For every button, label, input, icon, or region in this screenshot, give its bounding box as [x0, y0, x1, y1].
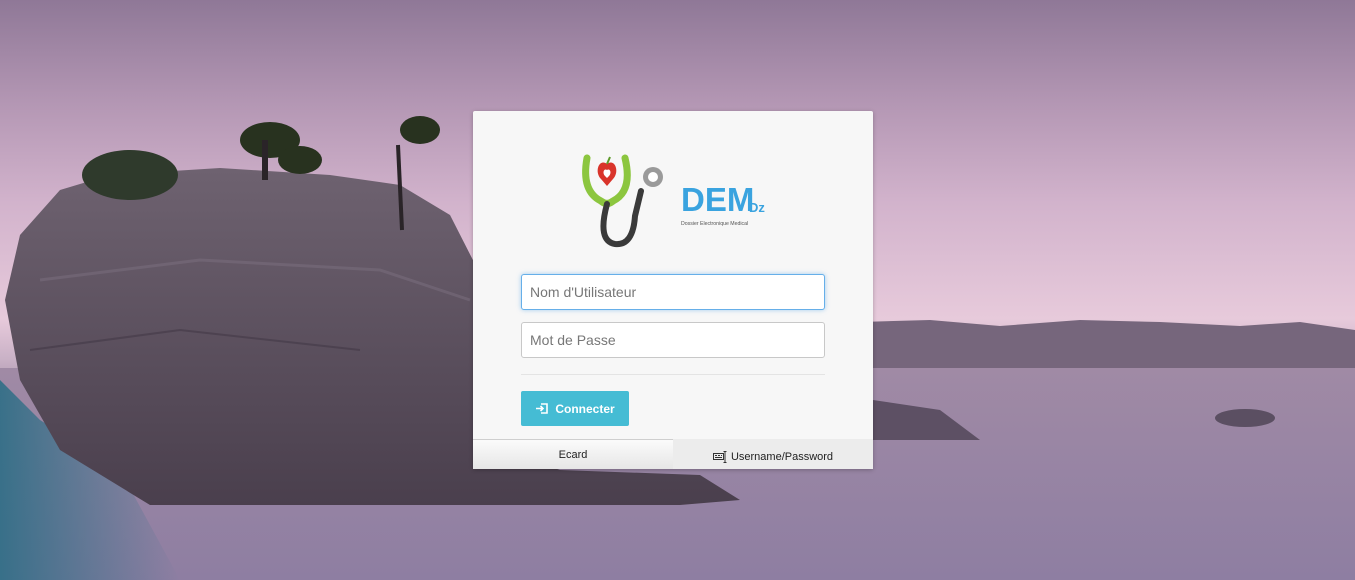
keyboard-icon: [712, 451, 727, 463]
password-input[interactable]: [521, 322, 825, 358]
demdz-logo: DEM Dz Dossier Electronique Medical: [582, 154, 765, 248]
username-input[interactable]: [521, 274, 825, 310]
logo-tagline: Dossier Electronique Medical: [681, 221, 748, 227]
login-card: DEM Dz Dossier Electronique Medical Conn…: [473, 111, 873, 469]
connect-button-label: Connecter: [555, 401, 615, 416]
tab-ecard[interactable]: Ecard: [473, 439, 673, 469]
logo-suffix-text: Dz: [749, 200, 765, 215]
tab-username-password[interactable]: Username/Password: [673, 439, 873, 469]
tab-ecard-label: Ecard: [558, 448, 588, 461]
login-icon: [536, 403, 549, 414]
logo-brand-text: DEM: [681, 181, 754, 218]
login-method-tabs: Ecard Username/Password: [473, 439, 873, 469]
form-divider: [521, 374, 825, 375]
tab-username-password-label: Username/Password: [730, 451, 834, 463]
connect-button[interactable]: Connecter: [521, 391, 629, 426]
